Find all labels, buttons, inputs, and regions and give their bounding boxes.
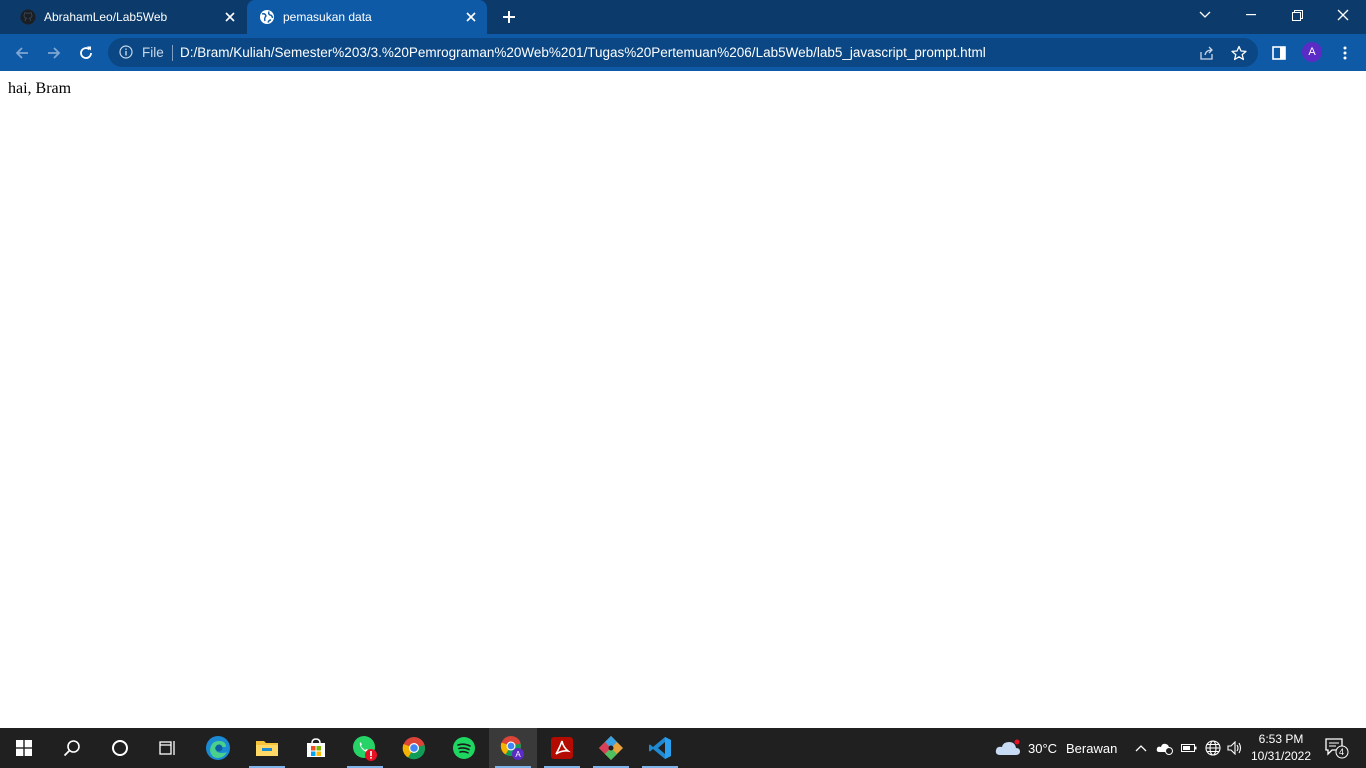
clock-date: 10/31/2022 xyxy=(1250,749,1312,763)
globe-icon xyxy=(259,9,275,25)
tab-search-button[interactable] xyxy=(1182,0,1228,30)
restore-button[interactable] xyxy=(1274,0,1320,30)
weather-temperature[interactable]: 30°C xyxy=(1028,741,1057,756)
battery-icon[interactable] xyxy=(1180,738,1198,758)
acrobat-icon xyxy=(551,737,573,759)
new-tab-button[interactable] xyxy=(498,7,520,27)
reload-button[interactable] xyxy=(72,39,100,67)
page-viewport: hai, Bram xyxy=(0,71,1366,728)
info-icon[interactable] xyxy=(118,44,134,60)
vscode-icon xyxy=(649,737,671,759)
share-icon[interactable] xyxy=(1198,44,1216,62)
whatsapp-icon xyxy=(353,736,377,761)
reload-icon xyxy=(80,46,92,59)
tab-title: pemasukan data xyxy=(283,10,372,24)
taskbar-microsoft-store[interactable] xyxy=(292,728,340,768)
taskbar-chrome[interactable] xyxy=(390,728,438,768)
weather-condition[interactable]: Berawan xyxy=(1066,741,1117,756)
taskbar-spotify[interactable] xyxy=(440,728,488,768)
git-icon xyxy=(599,736,623,760)
close-tab-icon[interactable] xyxy=(461,7,481,27)
taskbar-acrobat[interactable] xyxy=(538,728,586,768)
search-button[interactable] xyxy=(48,728,96,768)
minimize-button[interactable] xyxy=(1228,0,1274,30)
taskbar-chrome-profile[interactable]: A xyxy=(489,728,537,768)
chrome-icon xyxy=(402,737,426,760)
url-text[interactable]: D:/Bram/Kuliah/Semester%203/3.%20Pemrogr… xyxy=(180,45,986,60)
profile-avatar[interactable]: A xyxy=(1302,42,1322,62)
taskbar-whatsapp[interactable] xyxy=(341,728,389,768)
bookmark-star-icon[interactable] xyxy=(1230,44,1248,62)
close-tab-icon[interactable] xyxy=(220,7,240,27)
tab-pemasukan-data[interactable]: pemasukan data xyxy=(247,0,487,34)
task-view-button[interactable] xyxy=(144,728,192,768)
taskbar-file-explorer[interactable] xyxy=(243,728,291,768)
svg-text:A: A xyxy=(515,750,521,759)
tab-github[interactable]: AbrahamLeo/Lab5Web xyxy=(8,0,246,34)
greeting-text: hai, Bram xyxy=(8,80,72,97)
windows-taskbar: A 30°C Berawan 6:53 PM 10/31/2022 4 xyxy=(0,728,1366,768)
clock-time: 6:53 PM xyxy=(1258,732,1304,746)
divider xyxy=(172,45,173,61)
action-center-icon[interactable]: 4 xyxy=(1324,738,1350,759)
arrow-left-icon xyxy=(15,47,28,59)
github-icon xyxy=(20,9,36,25)
plus-icon xyxy=(503,11,515,23)
edge-icon xyxy=(206,736,230,760)
system-clock[interactable]: 6:53 PM 10/31/2022 xyxy=(1248,731,1314,765)
minimize-icon xyxy=(1246,14,1256,16)
onedrive-sync-icon[interactable] xyxy=(1156,738,1174,758)
chevron-up-icon[interactable] xyxy=(1132,738,1150,758)
taskbar-edge[interactable] xyxy=(194,728,242,768)
back-button[interactable] xyxy=(8,39,36,67)
search-icon xyxy=(63,740,80,757)
side-panel-icon[interactable] xyxy=(1268,42,1290,64)
chevron-down-icon xyxy=(1199,11,1211,18)
close-icon xyxy=(1337,9,1349,21)
notification-count: 4 xyxy=(1338,747,1344,757)
start-button[interactable] xyxy=(0,728,48,768)
restore-icon xyxy=(1291,9,1303,21)
cortana-button[interactable] xyxy=(96,728,144,768)
windows-logo-icon xyxy=(16,740,32,756)
browser-toolbar: File D:/Bram/Kuliah/Semester%203/3.%20Pe… xyxy=(0,34,1366,71)
store-icon xyxy=(307,738,325,757)
folder-icon xyxy=(256,741,278,756)
network-globe-icon[interactable] xyxy=(1204,738,1222,758)
tab-strip: AbrahamLeo/Lab5Web pemasukan data xyxy=(0,0,1366,34)
spotify-icon xyxy=(453,737,475,759)
chrome-profile-icon: A xyxy=(500,736,524,760)
address-bar[interactable]: File D:/Bram/Kuliah/Semester%203/3.%20Pe… xyxy=(108,38,1258,67)
more-menu-icon[interactable] xyxy=(1334,42,1356,64)
close-window-button[interactable] xyxy=(1320,0,1366,30)
url-scheme-label: File xyxy=(142,45,164,60)
tab-title: AbrahamLeo/Lab5Web xyxy=(44,10,168,24)
weather-cloud-icon[interactable] xyxy=(994,738,1022,758)
task-view-icon xyxy=(159,741,175,755)
taskbar-vscode[interactable] xyxy=(636,728,684,768)
cortana-icon xyxy=(112,740,128,756)
arrow-right-icon xyxy=(48,47,61,59)
taskbar-git[interactable] xyxy=(587,728,635,768)
forward-button[interactable] xyxy=(40,39,68,67)
volume-icon[interactable] xyxy=(1226,738,1244,758)
